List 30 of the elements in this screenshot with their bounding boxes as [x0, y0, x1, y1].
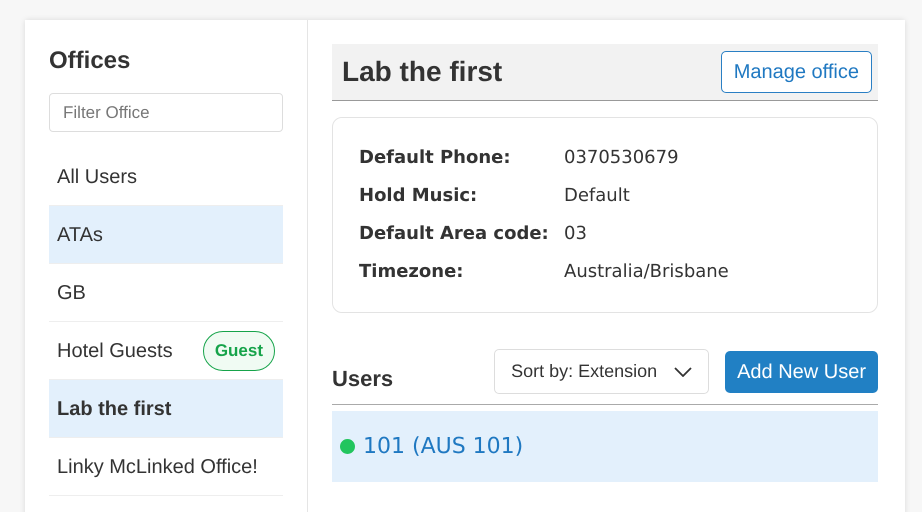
office-name: Lab the first: [57, 396, 172, 422]
office-name: GB: [57, 280, 86, 306]
office-name: Linky McLinked Office!: [57, 454, 258, 480]
detail-value: Australia/Brisbane: [564, 260, 730, 284]
chevron-down-icon: [674, 366, 692, 376]
sort-select[interactable]: Sort by: Extension: [494, 349, 710, 394]
filter-field[interactable]: Filter Office: [49, 93, 283, 132]
office-item[interactable]: Hotel Guests Guest: [49, 322, 283, 380]
detail-value: 0370530679: [564, 146, 680, 170]
office-item[interactable]: Linky McLinked Office!: [49, 438, 283, 496]
user-link[interactable]: 101 (AUS 101): [363, 430, 524, 463]
users-title: Users: [332, 365, 394, 393]
office-title: Lab the first: [342, 55, 502, 89]
detail-label: Default Area code:: [359, 222, 550, 246]
office-item[interactable]: Lab the first: [49, 380, 283, 438]
office-name: Hotel Guests: [57, 338, 173, 364]
manage-office-button[interactable]: Manage office: [720, 51, 872, 93]
office-item[interactable]: GB: [49, 264, 283, 322]
detail-label: Hold Music:: [359, 184, 478, 208]
detail-label: Default Phone:: [359, 146, 512, 170]
sidebar-title: Offices: [49, 46, 132, 76]
guest-badge: Guest: [202, 330, 275, 370]
detail-value: 03: [564, 222, 588, 246]
add-user-button[interactable]: Add New User: [725, 350, 878, 392]
user-row[interactable]: 101 (AUS 101): [332, 411, 878, 482]
office-name: ATAs: [57, 222, 103, 248]
detail-label: Timezone:: [359, 260, 464, 284]
detail-value: Default: [564, 184, 631, 208]
office-name: All Users: [57, 164, 138, 190]
office-item[interactable]: ATAs: [49, 206, 283, 264]
